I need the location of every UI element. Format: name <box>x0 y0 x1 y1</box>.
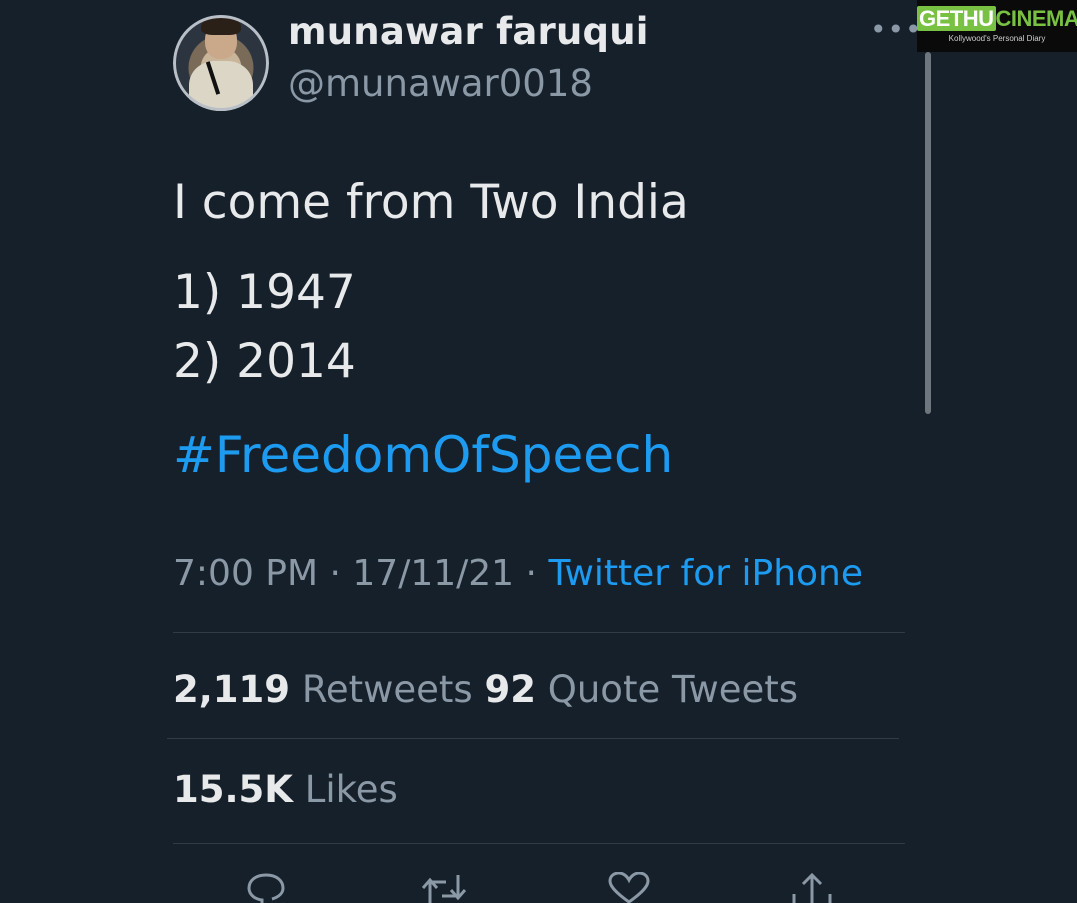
more-dots-icon[interactable]: ••• <box>870 16 923 44</box>
watermark-tagline: Kollywood's Personal Diary <box>948 34 1046 43</box>
retweets-stat[interactable]: 2,119 Retweets <box>173 668 473 711</box>
watermark-brand: GETHUCINEMA <box>917 6 1077 31</box>
likes-count: 15.5K <box>173 768 293 811</box>
divider <box>173 632 905 633</box>
stats-row: 2,119 Retweets 92 Quote Tweets <box>173 668 798 711</box>
avatar-ring <box>173 15 269 111</box>
share-icon[interactable] <box>790 872 834 903</box>
likes-label: Likes <box>304 768 398 811</box>
meta-separator: · <box>318 553 353 594</box>
heart-icon[interactable] <box>607 872 651 903</box>
quotes-label: Quote Tweets <box>547 668 799 711</box>
likes-stat[interactable]: 15.5K Likes <box>173 768 398 811</box>
tweet-time[interactable]: 7:00 PM <box>173 553 318 594</box>
tweet-meta: 7:00 PM · 17/11/21 · Twitter for iPhone <box>173 553 863 594</box>
avatar[interactable] <box>173 15 269 111</box>
scrollbar[interactable] <box>925 52 931 414</box>
reply-icon[interactable] <box>246 872 286 903</box>
divider <box>173 843 905 844</box>
quotes-count: 92 <box>484 668 536 711</box>
retweet-icon[interactable] <box>420 872 468 903</box>
tweet-text-line: 2) 2014 <box>173 334 356 389</box>
tweet-date[interactable]: 17/11/21 <box>352 553 514 594</box>
watermark-logo: GETHUCINEMA Kollywood's Personal Diary <box>917 0 1077 52</box>
author-handle[interactable]: @munawar0018 <box>288 62 593 105</box>
tweet-text-line: I come from Two India <box>173 175 689 230</box>
tweet-text-line: 1) 1947 <box>173 265 356 320</box>
hashtag-link[interactable]: #FreedomOfSpeech <box>173 426 673 484</box>
retweets-count: 2,119 <box>173 668 291 711</box>
retweets-label: Retweets <box>301 668 473 711</box>
quotes-stat[interactable]: 92 Quote Tweets <box>484 668 798 711</box>
tweet-source-link[interactable]: Twitter for iPhone <box>548 553 863 594</box>
divider <box>167 738 899 739</box>
author-display-name[interactable]: munawar faruqui <box>288 10 649 53</box>
meta-separator: · <box>514 553 549 594</box>
